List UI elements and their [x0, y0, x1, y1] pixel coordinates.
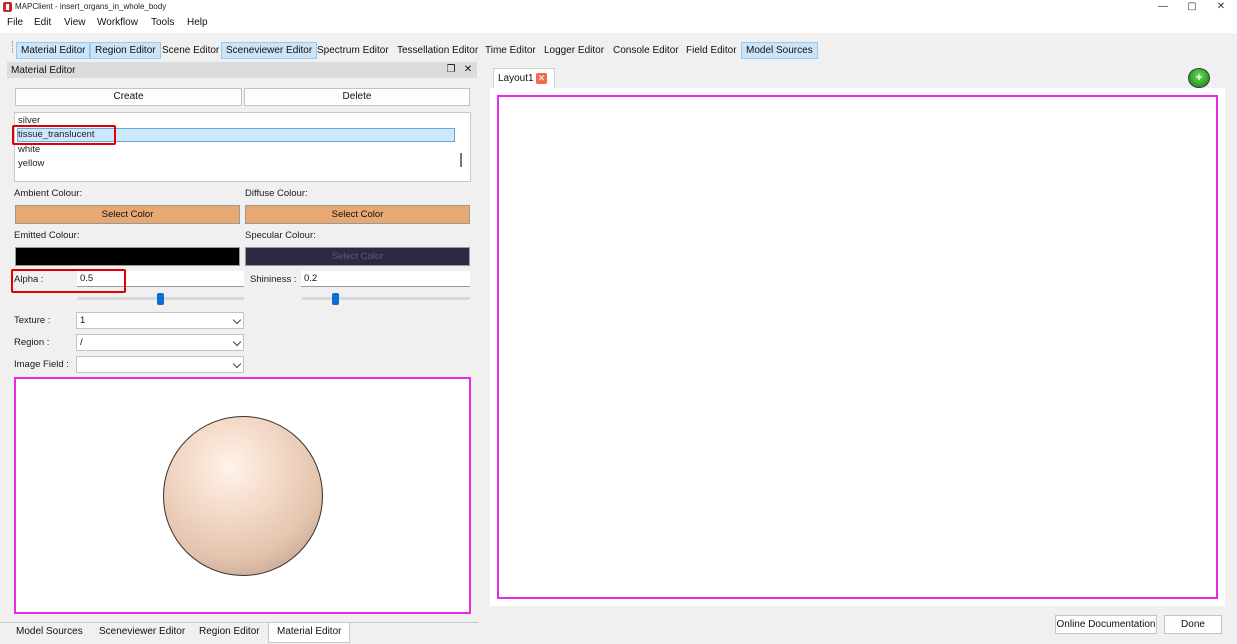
menu-edit[interactable]: Edit	[34, 17, 51, 28]
create-button[interactable]: Create	[15, 88, 242, 106]
menu-bar: File Edit View Workflow Tools Help	[0, 15, 1237, 33]
shininess-label: Shininess :	[250, 274, 297, 285]
menu-tools[interactable]: Tools	[151, 17, 174, 28]
alpha-input[interactable]	[77, 271, 244, 287]
emitted-select-color-button[interactable]	[15, 247, 240, 266]
close-icon[interactable]: ✕	[536, 73, 547, 84]
material-preview-sphere	[163, 416, 323, 576]
toolbar-field-editor[interactable]: Field Editor	[681, 42, 742, 59]
dock-tab-bar: Model Sources Sceneviewer Editor Region …	[0, 622, 478, 644]
toolbar-time-editor[interactable]: Time Editor	[480, 42, 541, 59]
shininess-slider-track[interactable]	[302, 297, 470, 300]
shininess-slider-thumb[interactable]	[332, 293, 340, 305]
toolbar-tessellation-editor[interactable]: Tessellation Editor	[392, 42, 483, 59]
list-item-tissue-translucent[interactable]: tissue_translucent	[18, 129, 95, 140]
layout-canvas	[490, 88, 1225, 606]
tab-region-editor[interactable]: Region Editor	[191, 623, 268, 643]
toolbar-sceneviewer-editor[interactable]: Sceneviewer Editor	[221, 42, 318, 59]
chevron-down-icon	[232, 359, 242, 369]
close-icon[interactable]: ✕	[462, 63, 474, 76]
region-combo-value: /	[80, 337, 83, 348]
list-item-white[interactable]: white	[18, 144, 40, 155]
scene-viewport[interactable]	[497, 95, 1218, 599]
texture-combo[interactable]: 1	[76, 312, 244, 329]
menu-workflow[interactable]: Workflow	[97, 17, 138, 28]
minimize-button[interactable]: —	[1149, 0, 1177, 14]
diffuse-colour-label: Diffuse Colour:	[245, 188, 308, 199]
tab-material-editor[interactable]: Material Editor	[268, 623, 351, 643]
texture-label: Texture :	[14, 315, 51, 326]
list-item-yellow[interactable]: yellow	[18, 158, 44, 169]
toolbar-material-editor[interactable]: Material Editor	[16, 42, 91, 59]
dock-title: Material Editor	[11, 65, 76, 76]
app-icon	[3, 2, 12, 12]
delete-button[interactable]: Delete	[244, 88, 470, 106]
toolbar-spectrum-editor[interactable]: Spectrum Editor	[312, 42, 394, 59]
tab-layout1[interactable]: Layout1 ✕	[493, 68, 555, 88]
toolbar-region-editor[interactable]: Region Editor	[90, 42, 161, 59]
toolbar-scene-editor[interactable]: Scene Editor	[157, 42, 224, 59]
material-list[interactable]: silver tissue_translucent white yellow	[14, 112, 471, 182]
dock-header: Material Editor ❐ ✕	[7, 62, 477, 78]
toolbar-console-editor[interactable]: Console Editor	[608, 42, 684, 59]
material-preview-viewport[interactable]	[14, 377, 471, 614]
close-window-button[interactable]: ✕	[1207, 0, 1235, 14]
layout-area: Layout1 ✕ + Online Documentation Done	[478, 60, 1237, 644]
toolbar-logger-editor[interactable]: Logger Editor	[539, 42, 609, 59]
specular-select-color-button[interactable]: Select Color	[245, 247, 470, 266]
ambient-select-color-button[interactable]: Select Color	[15, 205, 240, 224]
ambient-colour-label: Ambient Colour:	[14, 188, 83, 199]
add-view-button[interactable]: +	[1188, 68, 1210, 88]
menu-file[interactable]: File	[7, 17, 23, 28]
maximize-button[interactable]: ▢	[1178, 0, 1206, 14]
alpha-label: Alpha :	[14, 274, 44, 285]
menu-view[interactable]: View	[64, 17, 86, 28]
alpha-slider-thumb[interactable]	[157, 293, 164, 305]
title-bar: MAPClient - insert_organs_in_whole_body …	[0, 0, 1237, 15]
list-item-silver[interactable]: silver	[18, 115, 40, 126]
tab-model-sources[interactable]: Model Sources	[8, 623, 91, 643]
material-editor-dock: Material Editor ❐ ✕ Create Delete silver…	[0, 60, 478, 622]
chevron-down-icon	[232, 337, 242, 347]
window-title: MAPClient - insert_organs_in_whole_body	[15, 2, 167, 11]
region-label: Region :	[14, 337, 50, 348]
chevron-down-icon	[232, 315, 242, 325]
restore-icon[interactable]: ❐	[445, 63, 457, 76]
list-scrollbar[interactable]	[460, 153, 462, 167]
online-documentation-button[interactable]: Online Documentation	[1055, 615, 1157, 634]
tab-sceneviewer-editor[interactable]: Sceneviewer Editor	[91, 623, 193, 643]
shininess-input[interactable]	[301, 271, 470, 287]
texture-combo-value: 1	[80, 315, 86, 326]
done-button[interactable]: Done	[1164, 615, 1222, 634]
region-combo[interactable]: /	[76, 334, 244, 351]
toolbar-model-sources[interactable]: Model Sources	[741, 42, 818, 59]
layout-tab-label: Layout1	[498, 73, 534, 84]
specular-colour-label: Specular Colour:	[245, 230, 316, 241]
image-field-combo[interactable]	[76, 356, 244, 373]
diffuse-select-color-button[interactable]: Select Color	[245, 205, 470, 224]
editor-toolbar: Material Editor Region Editor Scene Edit…	[0, 33, 1237, 60]
image-field-label: Image Field :	[14, 359, 69, 370]
menu-help[interactable]: Help	[187, 17, 208, 28]
toolbar-grip[interactable]	[12, 41, 14, 53]
emitted-colour-label: Emitted Colour:	[14, 230, 80, 241]
